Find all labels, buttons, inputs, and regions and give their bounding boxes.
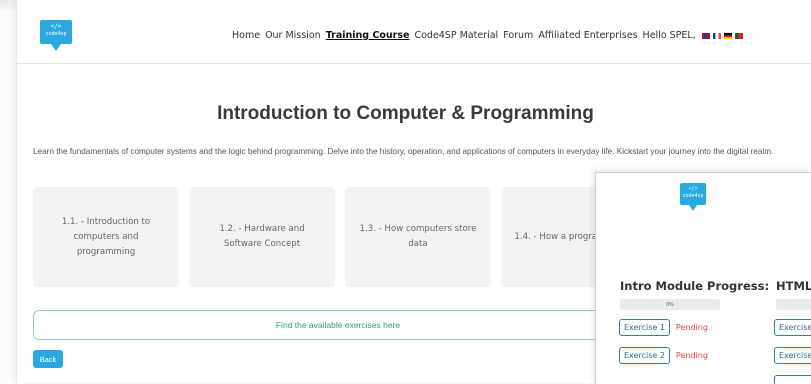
lesson-card-label: 1.2. - Hardware and Software Concept (219, 224, 305, 249)
overlay-logo-code-icon: </> (688, 186, 698, 192)
header-divider (16, 63, 811, 64)
nav-user-greeting[interactable]: Hello SPEL, (643, 30, 696, 41)
html-exercise-1-button[interactable]: Exercise (774, 319, 811, 336)
html-exercise-2-button[interactable]: Exercise (774, 347, 811, 364)
exercises-link-label: Find the available exercises here (275, 320, 401, 330)
intro-module-progress-bar: 0% (620, 299, 720, 310)
html-module-progress-title: HTML M (776, 279, 811, 293)
nav-home[interactable]: Home (232, 30, 260, 41)
lesson-card-1-3[interactable]: 1.3. - How computers store data (345, 187, 491, 287)
progress-percent: 0% (666, 301, 674, 308)
lesson-card-label: 1.3. - How computers store data (359, 224, 477, 249)
nav-affiliated-enterprises[interactable]: Affiliated Enterprises (538, 30, 637, 41)
exercise-2-button[interactable]: Exercise 2 (619, 347, 670, 364)
lesson-card-label: 1.1. - Introduction to computers and pro… (61, 216, 151, 257)
progress-overlay-panel: </> code4sp Intro Module Progress: HTML … (595, 172, 811, 384)
language-selector (701, 32, 743, 39)
html-module-progress-bar (776, 299, 811, 310)
logo-code-icon: </> (50, 23, 62, 30)
code4sp-logo[interactable]: </> code4sp (40, 20, 72, 51)
pt-flag-icon[interactable] (734, 32, 743, 39)
nav-training-course[interactable]: Training Course (326, 30, 410, 41)
logo-text: code4sp (45, 31, 67, 37)
back-button[interactable]: Back (33, 350, 63, 368)
page-title: Introduction to Computer & Programming (217, 103, 594, 124)
nav-forum[interactable]: Forum (503, 30, 533, 41)
uk-flag-icon[interactable] (701, 32, 710, 39)
exercises-link-button[interactable]: Find the available exercises here (33, 310, 643, 340)
nav-code4sp-material[interactable]: Code4SP Material (414, 30, 498, 41)
nav-our-mission[interactable]: Our Mission (265, 30, 321, 41)
exercise-row-2: Exercise 2 Pending (619, 347, 708, 364)
intro-module-progress-title: Intro Module Progress: (620, 279, 770, 293)
fr-flag-icon[interactable] (712, 32, 721, 39)
exercise-row-1: Exercise 1 Pending (619, 319, 708, 336)
lesson-card-1-1[interactable]: 1.1. - Introduction to computers and pro… (33, 187, 179, 287)
de-flag-icon[interactable] (723, 32, 732, 39)
overlay-logo-text: code4sp (682, 193, 704, 199)
exercise-2-status: Pending (675, 351, 708, 360)
exercise-1-button[interactable]: Exercise 1 (619, 319, 670, 336)
exercise-1-status: Pending (675, 323, 708, 332)
lesson-card-1-2[interactable]: 1.2. - Hardware and Software Concept (189, 187, 335, 287)
course-description: Learn the fundamentals of computer syste… (33, 147, 774, 156)
overlay-code4sp-logo[interactable]: </> code4sp (680, 183, 706, 211)
main-nav: Home Our Mission Training Course Code4SP… (232, 30, 743, 41)
